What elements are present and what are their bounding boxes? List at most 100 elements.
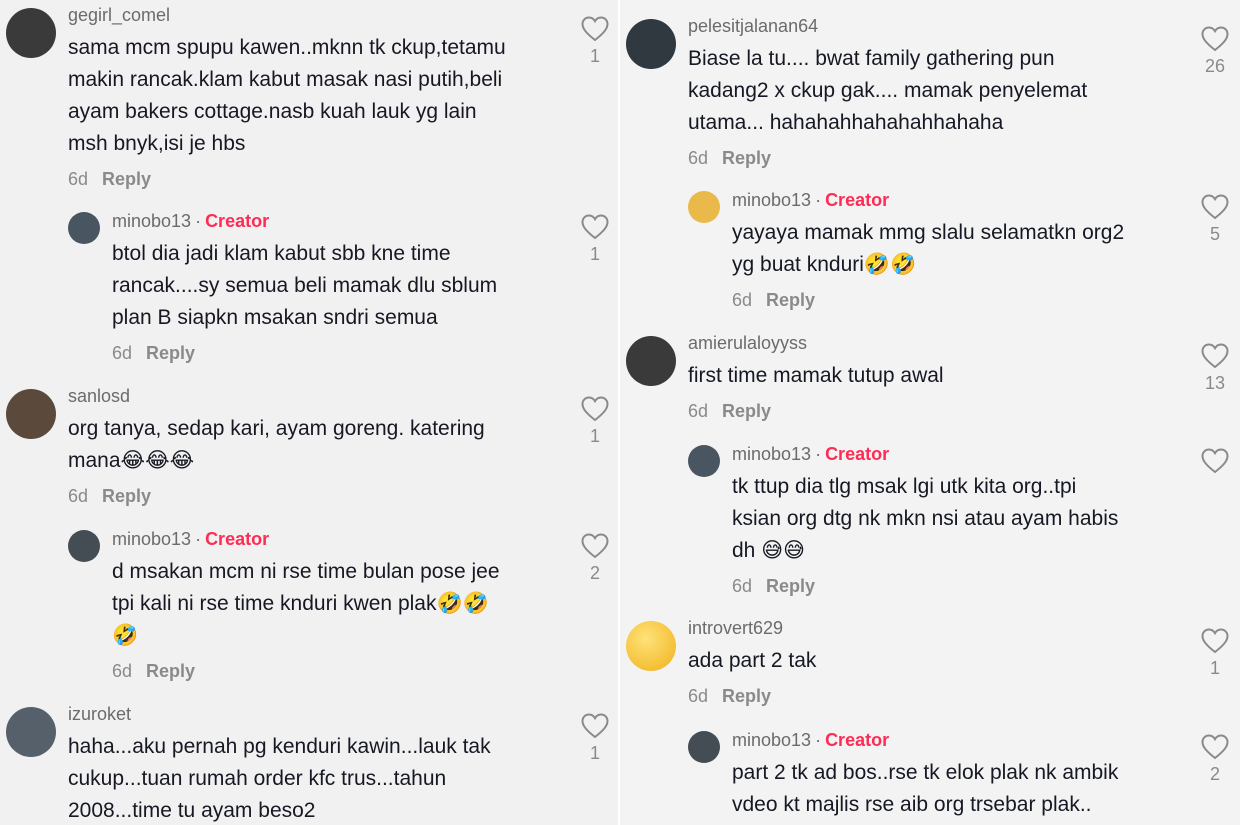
avatar[interactable] <box>688 445 720 477</box>
creator-badge: Creator <box>205 211 270 231</box>
reply-button[interactable]: Reply <box>102 486 151 506</box>
like-button[interactable]: 26 <box>1195 26 1235 76</box>
comment-meta: 6d Reply <box>112 660 572 682</box>
separator-dot: · <box>195 211 202 231</box>
avatar[interactable] <box>626 621 676 671</box>
avatar[interactable] <box>6 707 56 757</box>
right-comments-panel: pelesitjalanan64 Biase la tu.... bwat fam… <box>620 0 1240 825</box>
comment-text: Biase la tu.... bwat family gathering pu… <box>688 43 1193 139</box>
comment-meta: 6d Reply <box>688 685 1193 707</box>
creator-badge: Creator <box>825 444 890 464</box>
timestamp: 6d <box>732 290 753 310</box>
avatar[interactable] <box>688 731 720 763</box>
comment-text-content: sama mcm spupu kawen..mknn tk ckup,tetam… <box>68 36 506 155</box>
comment-text: btol dia jadi klam kabut sbb kne time ra… <box>112 238 572 334</box>
heart-outline-icon <box>575 533 615 559</box>
username[interactable]: minobo13 <box>112 529 191 549</box>
heart-outline-icon <box>575 214 615 240</box>
reply-button[interactable]: Reply <box>146 661 195 681</box>
username[interactable]: introvert629 <box>688 618 783 638</box>
username-row: pelesitjalanan64 <box>688 15 1193 37</box>
like-button[interactable]: 1 <box>1195 628 1235 678</box>
separator-dot: · <box>195 529 202 549</box>
comment-body: minobo13 · Creator part 2 tk ad bos..rse tk… <box>732 729 1192 821</box>
like-button[interactable]: 13 <box>1195 343 1235 393</box>
username[interactable]: minobo13 <box>112 211 191 231</box>
reply-button[interactable]: Reply <box>146 343 195 363</box>
comment-text: org tanya, sedap kari, ayam goreng. kate… <box>68 413 573 477</box>
avatar[interactable] <box>626 19 676 69</box>
username[interactable]: pelesitjalanan64 <box>688 16 818 36</box>
avatar[interactable] <box>68 212 100 244</box>
username-row: minobo13 · Creator <box>732 729 1192 751</box>
emoji-text: 😂😂😂 <box>120 449 195 472</box>
heart-outline-icon <box>575 396 615 422</box>
separator-dot: · <box>815 444 822 464</box>
username[interactable]: minobo13 <box>732 190 811 210</box>
reply-button[interactable]: Reply <box>722 686 771 706</box>
like-button[interactable]: 2 <box>1195 734 1235 784</box>
like-button[interactable] <box>1195 448 1235 474</box>
avatar[interactable] <box>626 336 676 386</box>
comment-body: minobo13 · Creator yayaya mamak mmg slalu s… <box>732 189 1192 311</box>
like-button[interactable]: 1 <box>575 214 615 264</box>
comment-text-content: btol dia jadi klam kabut sbb kne time ra… <box>112 242 498 329</box>
creator-badge: Creator <box>205 529 270 549</box>
username[interactable]: minobo13 <box>732 730 811 750</box>
like-count: 1 <box>589 426 600 446</box>
avatar[interactable] <box>6 389 56 439</box>
comment-text: haha...aku pernah pg kenduri kawin...lau… <box>68 731 573 825</box>
comment-meta: 6d Reply <box>68 485 573 507</box>
comment-body: minobo13 · Creator d msakan mcm ni rse time… <box>112 528 572 682</box>
comment-text: part 2 tk ad bos..rse tk elok plak nk am… <box>732 757 1192 821</box>
username-row: minobo13 · Creator <box>732 443 1192 465</box>
reply-button[interactable]: Reply <box>102 169 151 189</box>
username[interactable]: gegirl_comel <box>68 5 170 25</box>
separator-dot: · <box>815 730 822 750</box>
username[interactable]: sanlosd <box>68 386 130 406</box>
reply-button[interactable]: Reply <box>722 401 771 421</box>
username-row: minobo13 · Creator <box>112 528 572 550</box>
left-comments-panel: gegirl_comelsama mcm spupu kawen..mknn t… <box>0 0 620 825</box>
like-button[interactable]: 1 <box>575 713 615 763</box>
username-row: amierulaloyyss <box>688 332 1193 354</box>
like-button[interactable]: 5 <box>1195 194 1235 244</box>
heart-outline-icon <box>1195 628 1235 654</box>
reply-button[interactable]: Reply <box>722 148 771 168</box>
emoji-text: 😅😅 <box>761 539 805 562</box>
like-count: 13 <box>1204 373 1226 393</box>
comment-meta: 6d Reply <box>112 342 572 364</box>
comment-text: sama mcm spupu kawen..mknn tk ckup,tetam… <box>68 32 573 160</box>
comment-text-content: ada part 2 tak <box>688 649 817 672</box>
username[interactable]: minobo13 <box>732 444 811 464</box>
comment-text: ada part 2 tak <box>688 645 1193 677</box>
username-row: gegirl_comel <box>68 4 573 26</box>
comment-text-content: Biase la tu.... bwat family gathering pu… <box>688 47 1088 134</box>
reply-button[interactable]: Reply <box>766 576 815 596</box>
comment-meta: 6d Reply <box>688 400 1193 422</box>
username[interactable]: amierulaloyyss <box>688 333 807 353</box>
like-button[interactable]: 1 <box>575 396 615 446</box>
comment-text: first time mamak tutup awal <box>688 360 1193 392</box>
comment-text: tk ttup dia tlg msak lgi utk kita org..t… <box>732 471 1192 567</box>
username-row: minobo13 · Creator <box>112 210 572 232</box>
heart-outline-icon <box>1195 26 1235 52</box>
username-row: sanlosd <box>68 385 573 407</box>
timestamp: 6d <box>68 486 89 506</box>
heart-outline-icon <box>1195 734 1235 760</box>
comment-meta: 6d Reply <box>68 168 573 190</box>
like-button[interactable]: 1 <box>575 16 615 66</box>
avatar[interactable] <box>6 8 56 58</box>
creator-badge: Creator <box>825 190 890 210</box>
avatar[interactable] <box>68 530 100 562</box>
comment-body: gegirl_comelsama mcm spupu kawen..mknn t… <box>68 4 573 190</box>
heart-outline-icon <box>575 713 615 739</box>
comment-body: sanlosd org tanya, sedap kari, ayam goren… <box>68 385 573 507</box>
username-row: minobo13 · Creator <box>732 189 1192 211</box>
like-count: 1 <box>589 743 600 763</box>
avatar[interactable] <box>688 191 720 223</box>
reply-button[interactable]: Reply <box>766 290 815 310</box>
like-button[interactable]: 2 <box>575 533 615 583</box>
like-count: 1 <box>589 46 600 66</box>
username[interactable]: izuroket <box>68 704 131 724</box>
